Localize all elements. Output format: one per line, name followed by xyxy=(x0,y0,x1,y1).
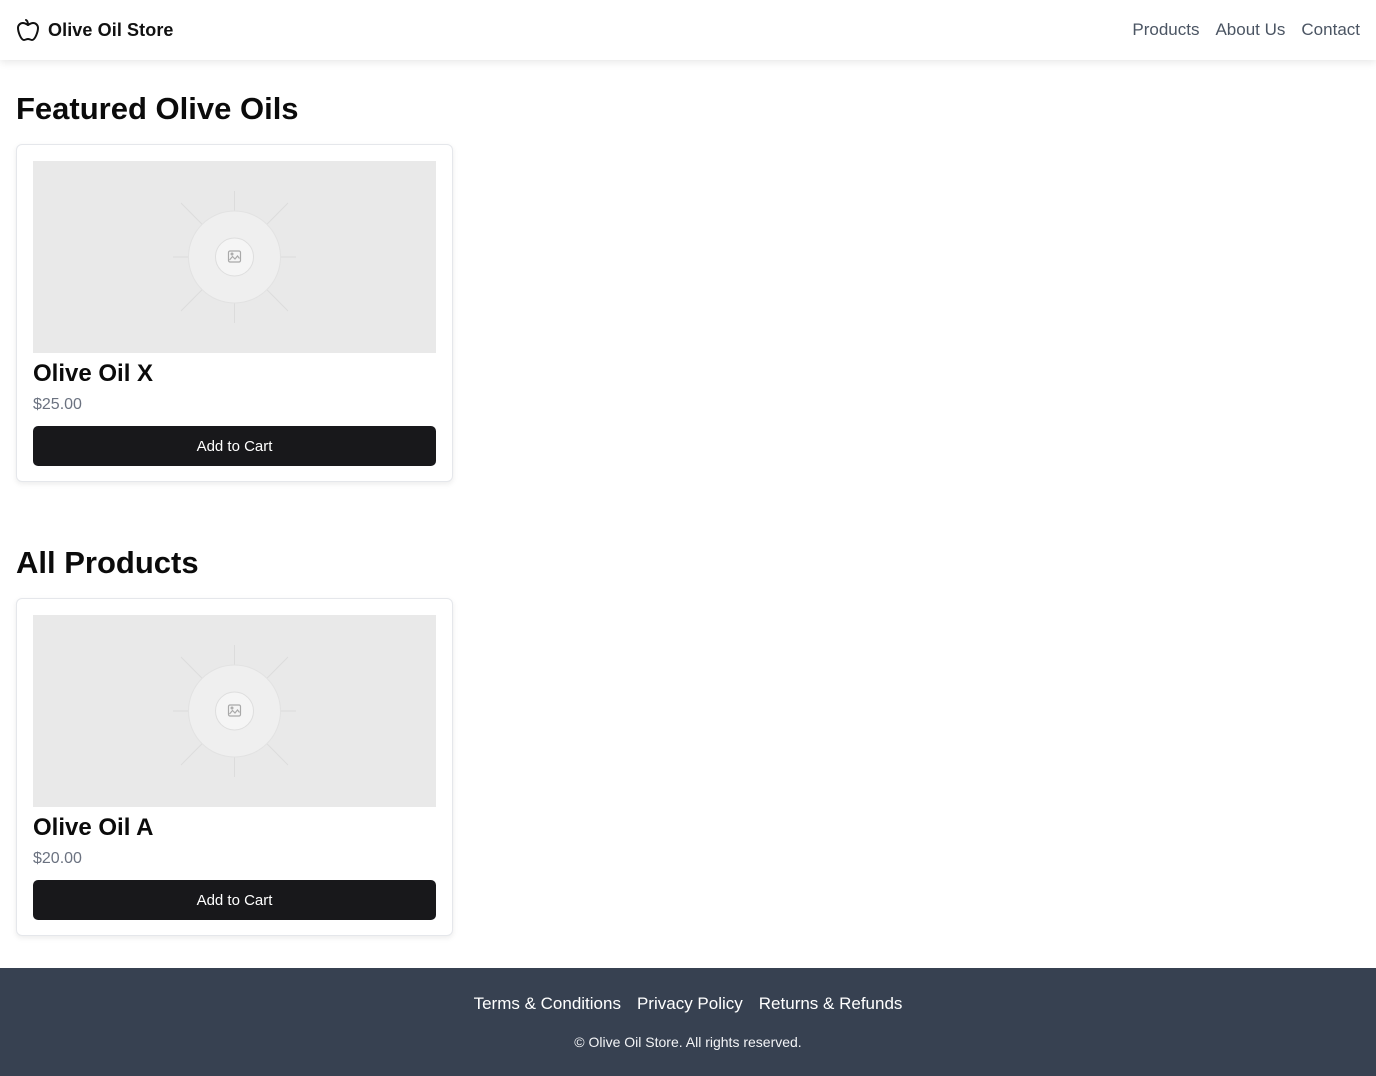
copyright-text: © Olive Oil Store. All rights reserved. xyxy=(574,1034,802,1050)
footer-links: Terms & Conditions Privacy Policy Return… xyxy=(0,994,1376,1014)
apple-icon xyxy=(17,19,39,41)
nav-contact[interactable]: Contact xyxy=(1301,20,1360,40)
all-products-section-title: All Products xyxy=(16,545,199,580)
nav-products[interactable]: Products xyxy=(1132,20,1199,40)
product-image xyxy=(33,615,436,807)
brand-link[interactable]: Olive Oil Store xyxy=(16,18,174,42)
image-placeholder-icon xyxy=(173,645,296,777)
featured-section-title: Featured Olive Oils xyxy=(16,91,299,126)
site-header: Olive Oil Store Products About Us Contac… xyxy=(0,0,1376,60)
product-price: $20.00 xyxy=(33,850,82,867)
product-card: Olive Oil X $25.00 Add to Cart xyxy=(16,144,453,482)
product-name: Olive Oil A xyxy=(33,814,154,841)
product-name: Olive Oil X xyxy=(33,360,154,387)
site-footer: Terms & Conditions Privacy Policy Return… xyxy=(0,968,1376,1076)
footer-link-returns[interactable]: Returns & Refunds xyxy=(759,994,903,1014)
product-card: Olive Oil A $20.00 Add to Cart xyxy=(16,598,453,936)
nav-about-us[interactable]: About Us xyxy=(1215,20,1285,40)
add-to-cart-button[interactable]: Add to Cart xyxy=(33,426,436,466)
product-image xyxy=(33,161,436,353)
product-price: $25.00 xyxy=(33,396,82,413)
main-nav: Products About Us Contact xyxy=(1132,20,1360,40)
footer-link-terms[interactable]: Terms & Conditions xyxy=(474,994,621,1014)
footer-link-privacy[interactable]: Privacy Policy xyxy=(637,994,743,1014)
add-to-cart-button[interactable]: Add to Cart xyxy=(33,880,436,920)
brand-name: Olive Oil Store xyxy=(48,19,174,40)
page: Olive Oil Store Products About Us Contac… xyxy=(0,0,1376,1076)
image-placeholder-icon xyxy=(173,191,296,323)
